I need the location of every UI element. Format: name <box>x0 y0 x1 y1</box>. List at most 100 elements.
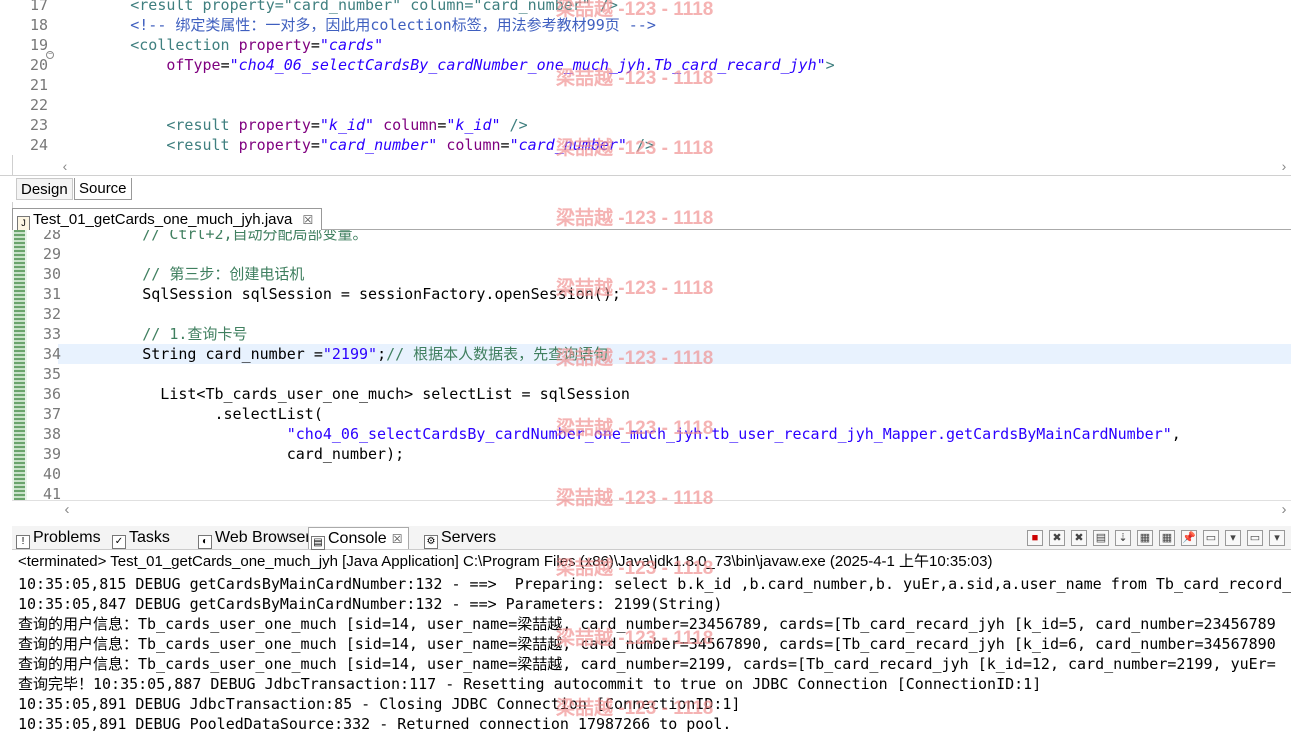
tab-java-file[interactable]: J Test_01_getCards_one_much_jyh.java ☒ <box>12 208 323 231</box>
code-token: // 第三步：创建电话机 <box>70 265 305 283</box>
code-line[interactable]: 28 // Ctrl+2,自动分配局部变量。 <box>12 230 1291 244</box>
console-line: 10:35:05,891 DEBUG PooledDataSource:332 … <box>18 715 732 733</box>
code-line[interactable]: 30 // 第三步：创建电话机 <box>12 264 1291 284</box>
tab-web-browser[interactable]: ◐ Web Browser <box>198 527 311 549</box>
code-line[interactable]: 37 .selectList( <box>12 404 1291 424</box>
code-line[interactable]: 24 <result property="card_number" column… <box>0 135 1291 155</box>
code-token: /> <box>626 136 655 154</box>
code-token: <result property="card_number" column="c… <box>58 0 618 14</box>
line-number: 38 <box>42 425 61 443</box>
fold-toggle-icon[interactable]: − <box>46 51 54 59</box>
pin-console-icon[interactable]: 📌 <box>1181 530 1197 546</box>
code-token: <result <box>58 136 239 154</box>
tab-design[interactable]: Design <box>16 178 73 200</box>
code-token: = <box>500 136 510 154</box>
open-console-icon[interactable]: ▭ <box>1247 530 1263 546</box>
code-token: > <box>825 56 835 74</box>
code-text: // Ctrl+2,自动分配局部变量。 <box>70 230 1291 244</box>
terminate-icon[interactable]: ■ <box>1027 530 1043 546</box>
line-number: 18 <box>29 16 48 34</box>
code-token: "cho4_06_selectCardsBy_cardNumber_one_mu… <box>229 56 826 74</box>
line-number: 30 <box>42 265 61 283</box>
line-number: 23 <box>29 116 48 134</box>
scroll-right-icon[interactable]: › <box>1277 157 1291 175</box>
code-line[interactable]: 35 <box>12 364 1291 384</box>
java-source-editor[interactable]: 28 // Ctrl+2,自动分配局部变量。 29 30 // 第三步：创建电话机 3… <box>12 230 1291 500</box>
code-text: <!-- 绑定类属性：一对多，因此用colection标签，用法参考教材99页 … <box>58 15 1291 35</box>
tab-servers[interactable]: ⚙ Servers <box>424 527 496 549</box>
code-text: <result property="card_number" column="c… <box>58 135 1291 155</box>
code-line[interactable]: 19 <collection property="cards" <box>0 35 1291 55</box>
tab-source[interactable]: Source <box>74 178 132 200</box>
remove-all-terminated-icon[interactable]: ✖ <box>1071 530 1087 546</box>
line-number: 20 <box>29 56 48 74</box>
close-icon[interactable]: ☒ <box>392 532 403 546</box>
scroll-left-icon[interactable]: ‹ <box>58 157 72 175</box>
code-token: property <box>238 136 311 154</box>
tasks-icon: ✓ <box>112 535 126 549</box>
code-token: = <box>437 116 447 134</box>
code-line[interactable]: 22 <box>0 95 1291 115</box>
line-number: 24 <box>29 136 48 154</box>
scroll-lock-icon[interactable]: ⇣ <box>1115 530 1131 546</box>
code-token: ; <box>377 345 387 363</box>
line-number: 33 <box>42 325 61 343</box>
code-token: "cho4_06_selectCardsBy_cardNumber_one_mu… <box>286 425 1172 443</box>
tab-problems[interactable]: ! Problems <box>16 527 101 549</box>
code-text: // 1.查询卡号 <box>70 324 1291 344</box>
show-on-stderr-icon[interactable]: ▦ <box>1159 530 1175 546</box>
tab-label: Tasks <box>129 529 170 546</box>
problems-icon: ! <box>16 535 30 549</box>
code-token: // 1.查询卡号 <box>70 325 248 343</box>
xml-source-editor[interactable]: 17 <result property="card_number" column… <box>0 0 1291 155</box>
line-number: 22 <box>29 96 48 114</box>
code-token: List<Tb_cards_user_one_much> selectList … <box>70 385 630 403</box>
console-output[interactable]: 10:35:05,815 DEBUG getCardsByMainCardNum… <box>18 574 1291 744</box>
code-line[interactable]: 39 card_number); <box>12 444 1291 464</box>
code-line[interactable]: 20 ofType="cho4_06_selectCardsBy_cardNum… <box>0 55 1291 75</box>
chevron-down-icon[interactable]: ▾ <box>1225 530 1241 546</box>
display-selected-console-icon[interactable]: ▭ <box>1203 530 1219 546</box>
code-line[interactable]: 38 "cho4_06_selectCardsBy_cardNumber_one… <box>12 424 1291 444</box>
line-number: 17 <box>29 0 48 14</box>
code-line[interactable]: 36 List<Tb_cards_user_one_much> selectLi… <box>12 384 1291 404</box>
code-line[interactable]: 21 <box>0 75 1291 95</box>
code-line[interactable]: 34 String card_number ="2199";// 根据本人数据表… <box>12 344 1291 364</box>
code-token: "card_number" <box>319 136 438 154</box>
code-token: column <box>374 116 438 134</box>
close-icon[interactable]: ☒ <box>303 213 314 227</box>
tab-label: Problems <box>33 529 101 546</box>
view-menu-icon[interactable]: ▾ <box>1269 530 1285 546</box>
remove-launch-icon[interactable]: ✖ <box>1049 530 1065 546</box>
console-line: 查询的用户信息：Tb_cards_user_one_much [sid=14, … <box>18 635 1276 653</box>
code-text: .selectList( <box>70 404 1291 424</box>
tab-tasks[interactable]: ✓ Tasks <box>112 527 170 549</box>
code-line[interactable]: 41 <box>12 484 1291 500</box>
xml-horizontal-scrollbar[interactable]: ‹ › <box>58 157 1291 175</box>
code-line[interactable]: 18 <!-- 绑定类属性：一对多，因此用colection标签，用法参考教材9… <box>0 15 1291 35</box>
code-token: // Ctrl+2,自动分配局部变量。 <box>70 230 368 243</box>
code-line[interactable]: 33 // 1.查询卡号 <box>12 324 1291 344</box>
code-token: = <box>310 36 320 54</box>
editor-mode-tabs: Design Source <box>0 175 1291 202</box>
java-file-icon: J <box>17 216 30 231</box>
code-token: property <box>238 36 311 54</box>
console-line: 查询的用户信息：Tb_cards_user_one_much [sid=14, … <box>18 655 1276 673</box>
code-line[interactable]: 40 <box>12 464 1291 484</box>
line-number: 41 <box>42 485 61 500</box>
code-line[interactable]: 17 <result property="card_number" column… <box>0 0 1291 15</box>
code-token: , <box>1171 425 1181 443</box>
tab-console[interactable]: ▤ Console ☒ <box>308 527 410 550</box>
scroll-right-icon[interactable]: › <box>1277 501 1291 519</box>
code-token: "2199" <box>322 345 378 363</box>
clear-console-icon[interactable]: ▤ <box>1093 530 1109 546</box>
java-horizontal-scrollbar[interactable]: ‹ › <box>12 500 1291 518</box>
code-line[interactable]: 29 <box>12 244 1291 264</box>
code-token: .selectList( <box>70 405 323 423</box>
show-on-stdout-icon[interactable]: ▦ <box>1137 530 1153 546</box>
scroll-left-icon[interactable]: ‹ <box>60 501 74 519</box>
line-number: 34 <box>42 345 61 363</box>
code-line[interactable]: 32 <box>12 304 1291 324</box>
code-line[interactable]: 31 SqlSession sqlSession = sessionFactor… <box>12 284 1291 304</box>
code-line[interactable]: 23 <result property="k_id" column="k_id"… <box>0 115 1291 135</box>
